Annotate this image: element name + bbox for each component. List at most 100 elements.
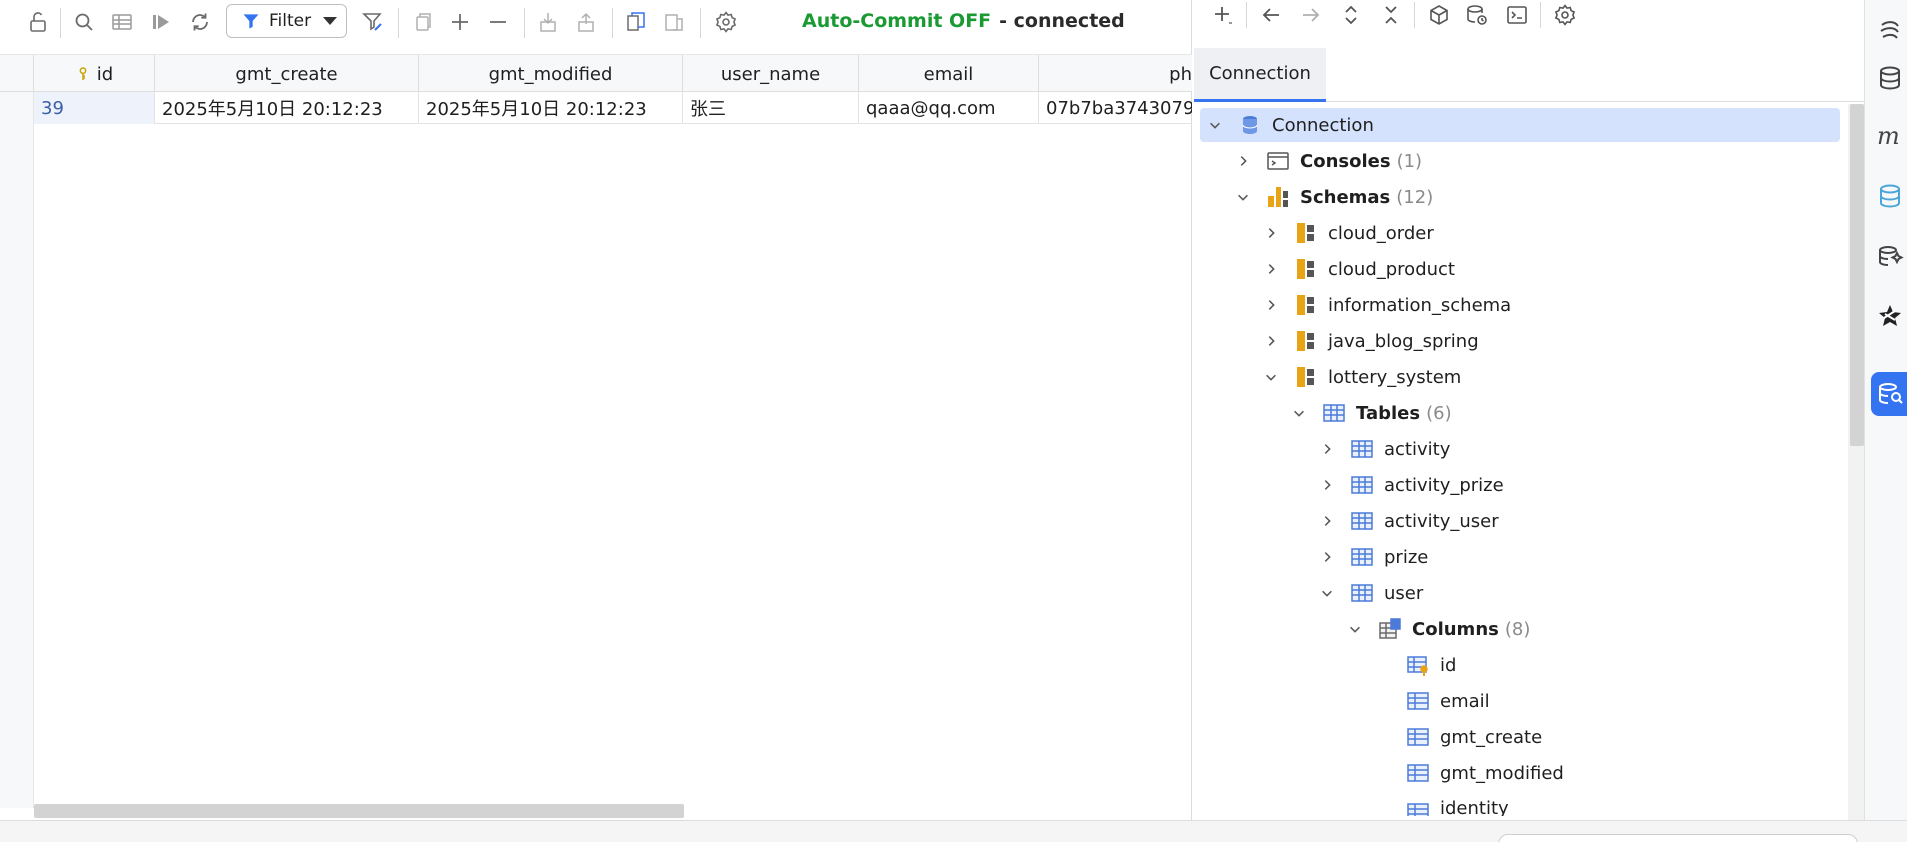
chevron-down-icon[interactable]	[1234, 188, 1252, 206]
filter-clear-icon[interactable]	[357, 6, 389, 38]
tree-node-schema[interactable]: java_blog_spring	[1262, 324, 1479, 358]
chevron-right-icon[interactable]	[1318, 548, 1336, 566]
refresh-icon[interactable]	[184, 6, 216, 38]
column-header-gmt-create[interactable]: gmt_create	[155, 55, 419, 93]
tree-node-column[interactable]: identity	[1406, 792, 1509, 816]
column-header-id[interactable]: id	[34, 55, 155, 93]
unlock-icon[interactable]	[22, 6, 54, 38]
horizontal-scrollbar[interactable]	[34, 804, 684, 818]
corner-cell[interactable]	[0, 55, 34, 93]
star-tool-icon[interactable]	[1871, 296, 1907, 336]
console-icon	[1266, 149, 1290, 173]
filter-button[interactable]: Filter	[226, 4, 347, 38]
chevron-down-icon[interactable]	[1262, 368, 1280, 386]
expand-all-icon[interactable]	[1334, 0, 1368, 30]
add-icon[interactable]	[1206, 0, 1240, 30]
remove-row-icon[interactable]	[482, 6, 514, 38]
back-arrow-icon[interactable]	[1254, 0, 1288, 30]
vertical-scrollbar[interactable]	[1850, 104, 1864, 446]
tree-node-consoles[interactable]: Consoles (1)	[1234, 144, 1422, 178]
autocommit-status[interactable]: Auto-Commit OFF	[802, 10, 991, 32]
tree-node-label: Tables	[1356, 402, 1421, 424]
tree-node-column[interactable]: id	[1406, 648, 1456, 682]
chevron-right-icon[interactable]	[1262, 332, 1280, 350]
copy-icon[interactable]	[406, 6, 438, 38]
table-row[interactable]: 1 39 2025年5月10日 20:12:23 2025年5月10日 20:1…	[0, 92, 1192, 124]
database-history-icon[interactable]	[1460, 0, 1494, 30]
tree-node-column[interactable]: email	[1406, 684, 1490, 718]
chevron-right-icon[interactable]	[1262, 224, 1280, 242]
tree-node-table[interactable]: user	[1318, 576, 1423, 610]
chevron-down-icon[interactable]	[1346, 620, 1364, 638]
transaction-status: Auto-Commit OFF - connected	[802, 10, 1125, 32]
status-widget[interactable]	[1498, 834, 1858, 842]
tree-node-connection[interactable]: Connection	[1200, 108, 1840, 142]
table-icon	[1350, 545, 1374, 569]
funnel-icon	[243, 14, 259, 29]
svg-text:m: m	[1877, 122, 1900, 150]
export-icon[interactable]	[570, 6, 602, 38]
tree-node-columns[interactable]: Columns (8)	[1346, 612, 1530, 646]
tree-node-schema[interactable]: lottery_system	[1262, 360, 1461, 394]
paste-icon[interactable]	[658, 6, 690, 38]
tree-node-schemas[interactable]: Schemas (12)	[1234, 180, 1433, 214]
tree-node-table[interactable]: activity_user	[1318, 504, 1499, 538]
columns-folder-icon	[1378, 617, 1402, 641]
chevron-down-icon[interactable]	[1290, 404, 1308, 422]
collapse-all-icon[interactable]	[1374, 0, 1408, 30]
column-icon	[1406, 761, 1430, 785]
play-icon[interactable]	[145, 6, 177, 38]
tree-node-label: cloud_product	[1328, 258, 1455, 280]
settings-icon[interactable]	[1548, 0, 1582, 30]
console-icon[interactable]	[1500, 0, 1534, 30]
tree-node-tables[interactable]: Tables (6)	[1290, 396, 1452, 430]
cell-gmt-modified[interactable]: 2025年5月10日 20:12:23	[419, 92, 683, 124]
chevron-down-icon[interactable]	[1318, 584, 1336, 602]
chevron-right-icon[interactable]	[1318, 440, 1336, 458]
chevron-down-icon[interactable]	[1206, 116, 1224, 134]
tree-node-schema[interactable]: cloud_order	[1262, 216, 1434, 250]
tree-node-table[interactable]: activity	[1318, 432, 1450, 466]
cell-email[interactable]: qaaa@qq.com	[859, 92, 1039, 124]
tree-node-column[interactable]: gmt_create	[1406, 720, 1542, 754]
tree-node-table[interactable]: prize	[1318, 540, 1428, 574]
database-ai-icon[interactable]	[1871, 236, 1907, 276]
tree-node-label: activity	[1384, 438, 1451, 460]
view-icon[interactable]	[106, 6, 138, 38]
tree-node-schema[interactable]: information_schema	[1262, 288, 1511, 322]
tree-node-label: prize	[1384, 546, 1429, 568]
tree-node-count: (1)	[1396, 150, 1423, 172]
chevron-right-icon[interactable]	[1318, 476, 1336, 494]
tree-node-schema[interactable]: cloud_product	[1262, 252, 1455, 286]
database-icon[interactable]	[1871, 58, 1907, 98]
clone-icon[interactable]	[620, 6, 652, 38]
tree-node-table[interactable]: activity_prize	[1318, 468, 1504, 502]
cell-gmt-create[interactable]: 2025年5月10日 20:12:23	[155, 92, 419, 124]
maven-icon[interactable]: m	[1871, 116, 1907, 156]
tree-node-label: activity_user	[1384, 510, 1499, 532]
cell-phone[interactable]: 07b7ba3743079	[1039, 92, 1192, 124]
chevron-right-icon[interactable]	[1318, 512, 1336, 530]
cell-id[interactable]: 39	[34, 92, 155, 124]
chevron-right-icon[interactable]	[1262, 260, 1280, 278]
forward-arrow-icon[interactable]	[1294, 0, 1328, 30]
cube-icon[interactable]	[1422, 0, 1456, 30]
ai-assistant-icon[interactable]	[1871, 10, 1907, 50]
column-header-email[interactable]: email	[859, 55, 1039, 93]
column-header-user-name[interactable]: user_name	[683, 55, 859, 93]
column-header-phone[interactable]: ph	[1039, 55, 1192, 93]
search-icon[interactable]	[68, 6, 100, 38]
chevron-right-icon[interactable]	[1262, 296, 1280, 314]
tree-node-column[interactable]: gmt_modified	[1406, 756, 1564, 790]
chevron-right-icon[interactable]	[1234, 152, 1252, 170]
database-explorer-icon[interactable]	[1871, 372, 1907, 416]
tool-window-rail: m	[1864, 0, 1907, 842]
column-header-gmt-modified[interactable]: gmt_modified	[419, 55, 683, 93]
database-blue-icon[interactable]	[1871, 176, 1907, 216]
add-row-icon[interactable]	[444, 6, 476, 38]
settings-icon[interactable]	[710, 6, 742, 38]
schema-icon	[1294, 365, 1318, 389]
cell-user-name[interactable]: 张三	[683, 92, 859, 124]
tab-connection[interactable]: Connection	[1194, 48, 1326, 102]
import-icon[interactable]	[532, 6, 564, 38]
